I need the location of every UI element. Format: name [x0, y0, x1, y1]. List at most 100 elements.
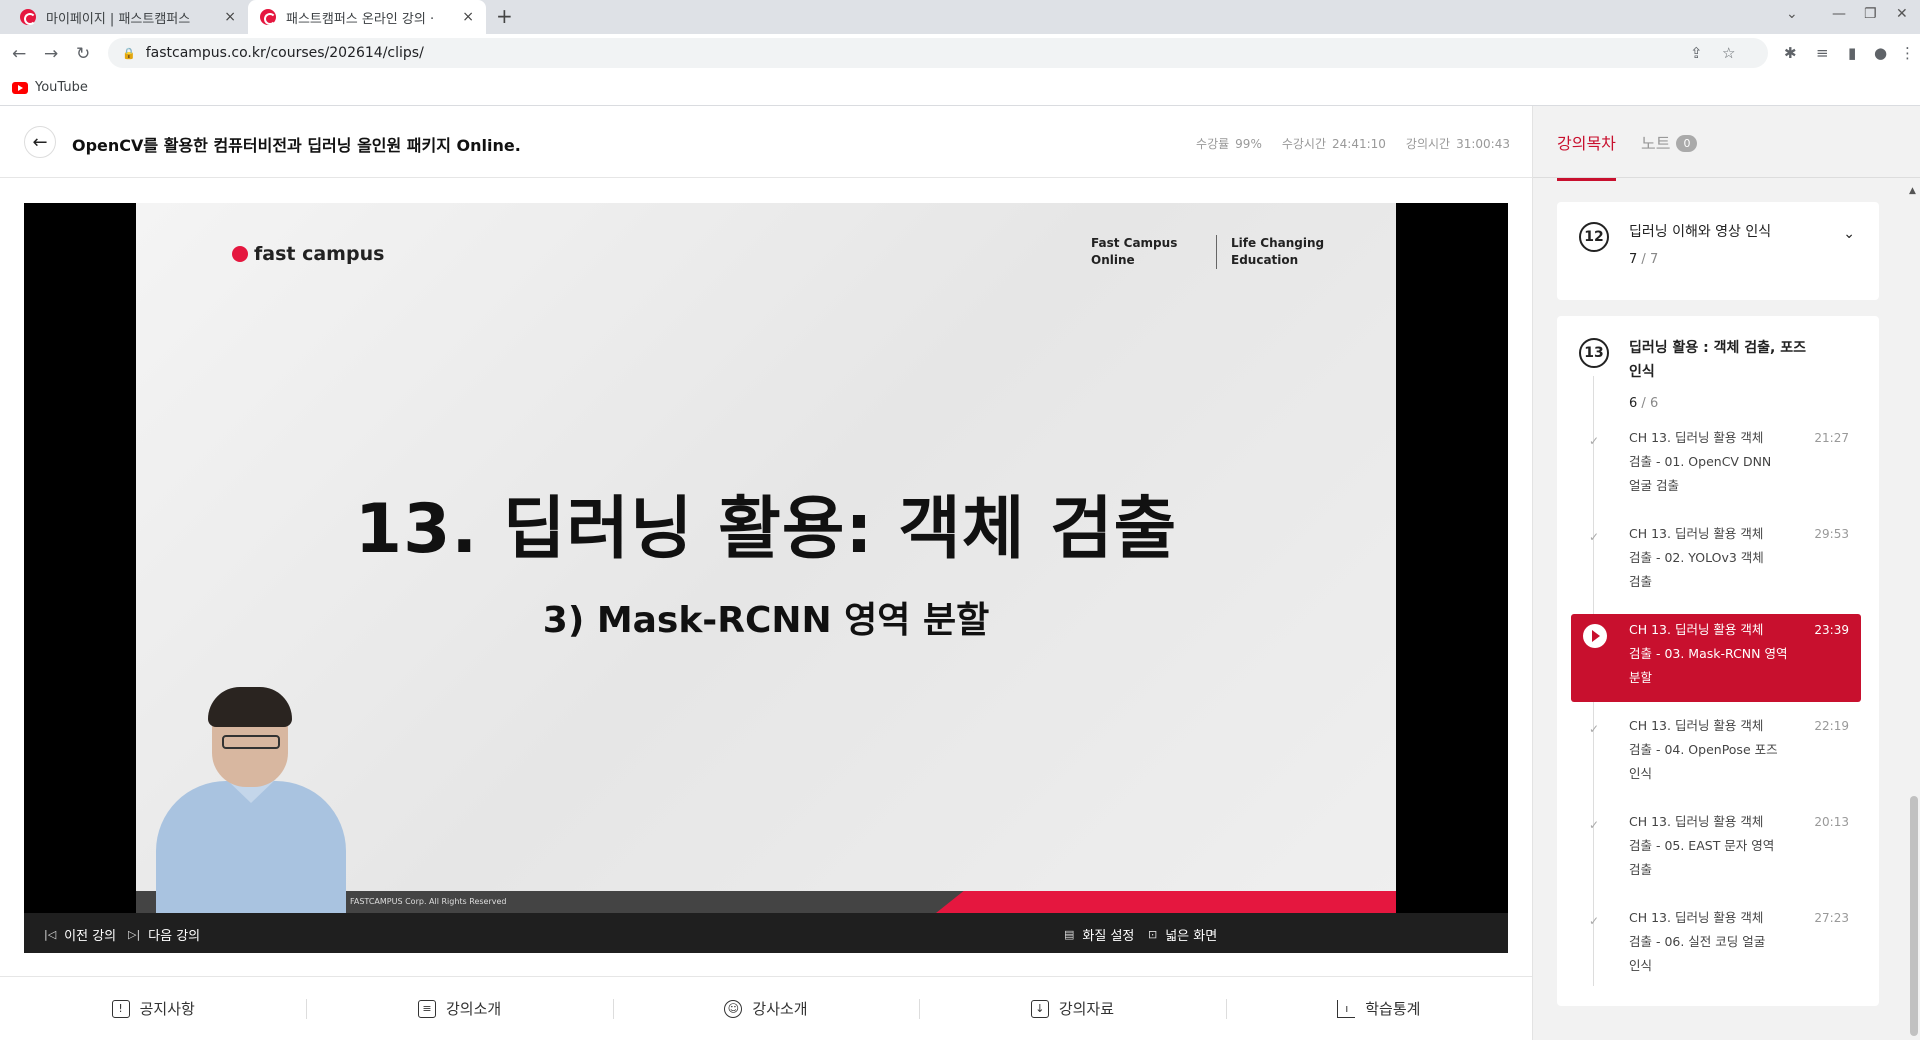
- bookmark-star-icon[interactable]: ☆: [1722, 44, 1735, 62]
- download-icon: ↓: [1030, 999, 1049, 1018]
- slide-title: 13. 딥러닝 활용: 객체 검출: [354, 490, 1178, 569]
- lecture-slide: fast campus Fast Campus Online Life Chang…: [136, 203, 1396, 913]
- chapter-progress: 7 / 7: [1629, 252, 1659, 267]
- lesson-title: CH 13. 딥러닝 활용 객체 검출 - 01. OpenCV DNN 얼굴 검출: [1629, 430, 1772, 493]
- scrollbar-thumb[interactable]: [1910, 796, 1918, 1036]
- bottom-tabs: ! 공지사항 ≡ 강의소개 ☺ 강사소개 ↓ 강의자료 ı 학습통계: [0, 976, 1532, 1040]
- total-stat: 강의시간 31:00:43: [1405, 137, 1510, 151]
- presenter-image: [156, 687, 346, 913]
- tab-statistics[interactable]: ı 학습통계: [1225, 977, 1532, 1040]
- check-icon: ✓: [1589, 818, 1600, 832]
- lesson-duration: 20:13: [1814, 815, 1849, 829]
- user-icon: ☺: [724, 999, 743, 1018]
- tab-notice[interactable]: ! 공지사항: [0, 977, 306, 1040]
- course-title: OpenCV를 활용한 컴퓨터비전과 딥러닝 올인원 패키지 Online.: [72, 136, 521, 155]
- close-tab-icon[interactable]: ×: [224, 9, 236, 25]
- skip-next-icon: ▷|: [128, 928, 141, 941]
- side-panel-icon[interactable]: ▮: [1848, 44, 1856, 62]
- minimize-icon[interactable]: —: [1832, 6, 1846, 22]
- check-icon: ✓: [1589, 914, 1600, 928]
- sidebar-scrollbar[interactable]: ▲: [1908, 186, 1918, 1036]
- course-header: ← OpenCV를 활용한 컴퓨터비전과 딥러닝 올인원 패키지 Online.…: [0, 106, 1532, 178]
- watched-stat: 수강시간 24:41:10: [1281, 137, 1386, 151]
- slide-subtitle: 3) Mask-RCNN 영역 분할: [542, 600, 990, 641]
- new-tab-icon[interactable]: +: [496, 4, 513, 28]
- tab-course-intro[interactable]: ≡ 강의소개: [306, 977, 612, 1040]
- menu-icon[interactable]: ⋮: [1900, 44, 1915, 62]
- extensions-icon[interactable]: ✱: [1784, 44, 1797, 62]
- chapter-number: 13: [1579, 338, 1609, 368]
- lesson-item[interactable]: ✓ CH 13. 딥러닝 활용 객체 검출 - 04. OpenPose 포즈 인식…: [1571, 710, 1861, 796]
- tab-instructor[interactable]: ☺ 강사소개: [612, 977, 919, 1040]
- lesson-duration: 29:53: [1814, 527, 1849, 541]
- play-icon: [1583, 624, 1607, 648]
- quality-settings-button[interactable]: ▤ 화질 설정: [1064, 925, 1134, 944]
- browser-tab-course[interactable]: 패스트캠퍼스 온라인 강의 · ×: [248, 0, 486, 34]
- lesson-item[interactable]: ✓ CH 13. 딥러닝 활용 객체 검출 - 01. OpenCV DNN 얼굴 …: [1571, 422, 1861, 508]
- lesson-duration: 23:39: [1814, 623, 1849, 637]
- lesson-item[interactable]: ✓ CH 13. 딥러닝 활용 객체 검출 - 06. 실전 코딩 얼굴 인식 27…: [1571, 902, 1861, 988]
- share-icon[interactable]: ⇪: [1690, 44, 1703, 62]
- wide-screen-button[interactable]: ⊡ 넓은 화면: [1148, 925, 1217, 944]
- chapter-title: 딥러닝 활용 : 객체 검출, 포즈 인식: [1629, 340, 1806, 380]
- slide-tag-right: Life Changing Education: [1216, 235, 1324, 269]
- curriculum-sidebar: 강의목차 노트 0 12 딥러닝 이해와 영상 인식 7 / 7 ⌄ 13 딥러닝…: [1532, 106, 1920, 1040]
- wide-screen-icon: ⊡: [1148, 928, 1158, 941]
- tab-notes[interactable]: 노트 0: [1641, 130, 1698, 178]
- browser-tabbar: 마이페이지 | 패스트캠퍼스 × 패스트캠퍼스 온라인 강의 · × + ⌄ —…: [0, 0, 1920, 34]
- check-icon: ✓: [1589, 530, 1600, 544]
- player-controls: |◁ 이전 강의 ▷| 다음 강의 ▤ 화질 설정 ⊡ 넓은 화면: [24, 913, 1508, 953]
- lesson-title: CH 13. 딥러닝 활용 객체 검출 - 02. YOLOv3 객체 검출: [1629, 526, 1764, 589]
- url-text: fastcampus.co.kr/courses/202614/clips/: [145, 45, 424, 61]
- next-lecture-button[interactable]: ▷| 다음 강의: [128, 925, 200, 944]
- lesson-title: CH 13. 딥러닝 활용 객체 검출 - 06. 실전 코딩 얼굴 인식: [1629, 910, 1766, 973]
- quality-icon: ▤: [1064, 928, 1075, 941]
- slide-tag-left: Fast Campus Online: [1091, 236, 1178, 267]
- chapter-card-12[interactable]: 12 딥러닝 이해와 영상 인식 7 / 7 ⌄: [1557, 202, 1879, 300]
- chevron-down-icon[interactable]: ⌄: [1843, 226, 1855, 242]
- lesson-duration: 22:19: [1814, 719, 1849, 733]
- lesson-duration: 21:27: [1814, 431, 1849, 445]
- back-button[interactable]: ←: [24, 126, 56, 158]
- lesson-title: CH 13. 딥러닝 활용 객체 검출 - 05. EAST 문자 영역 검출: [1629, 814, 1775, 877]
- lesson-item[interactable]: ✓ CH 13. 딥러닝 활용 객체 검출 - 05. EAST 문자 영역 검출 …: [1571, 806, 1861, 892]
- restore-icon[interactable]: ❐: [1864, 6, 1877, 22]
- chapter-number: 12: [1579, 222, 1609, 252]
- lesson-item-current[interactable]: CH 13. 딥러닝 활용 객체 검출 - 03. Mask-RCNN 영역 분할 …: [1571, 614, 1861, 702]
- lock-icon: 🔒: [122, 46, 136, 60]
- profile-icon[interactable]: ●: [1874, 44, 1887, 62]
- scroll-up-icon[interactable]: ▲: [1909, 186, 1916, 196]
- browser-tab-mypage[interactable]: 마이페이지 | 패스트캠퍼스 ×: [8, 0, 248, 34]
- media-icon[interactable]: ≡: [1816, 44, 1829, 62]
- tab-materials[interactable]: ↓ 강의자료: [919, 977, 1225, 1040]
- bookmark-youtube[interactable]: YouTube: [12, 80, 88, 95]
- reload-icon[interactable]: ↻: [76, 44, 90, 64]
- youtube-icon: [12, 81, 28, 94]
- prev-lecture-button[interactable]: |◁ 이전 강의: [44, 925, 116, 944]
- notes-count-badge: 0: [1676, 135, 1698, 152]
- skip-previous-icon: |◁: [44, 928, 57, 941]
- course-stats: 수강률 99% 수강시간 24:41:10 강의시간 31:00:43: [1196, 135, 1510, 152]
- video-player[interactable]: fast campus Fast Campus Online Life Chang…: [24, 203, 1508, 953]
- close-tab-icon[interactable]: ×: [462, 9, 474, 25]
- tab-search-icon[interactable]: ⌄: [1786, 6, 1798, 22]
- url-bar[interactable]: 🔒 fastcampus.co.kr/courses/202614/clips/: [108, 38, 1768, 68]
- close-window-icon[interactable]: ✕: [1896, 6, 1908, 22]
- slide-footer-accent: [936, 891, 1396, 913]
- fastcampus-favicon-icon: [20, 9, 36, 25]
- chapter-card-13: 13 딥러닝 활용 : 객체 검출, 포즈 인식 6 / 6 ✓ CH 13. 딥…: [1557, 316, 1879, 1006]
- sidebar-tabs: 강의목차 노트 0: [1533, 106, 1920, 181]
- forward-icon[interactable]: →: [44, 44, 58, 64]
- tab-curriculum[interactable]: 강의목차: [1557, 130, 1616, 181]
- lesson-item[interactable]: ✓ CH 13. 딥러닝 활용 객체 검출 - 02. YOLOv3 객체 검출 2…: [1571, 518, 1861, 604]
- tab-title: 패스트캠퍼스 온라인 강의 ·: [286, 11, 435, 27]
- progress-stat: 수강률 99%: [1196, 137, 1262, 151]
- bookmark-label: YouTube: [35, 80, 88, 95]
- back-icon[interactable]: ←: [12, 44, 26, 64]
- lesson-title: CH 13. 딥러닝 활용 객체 검출 - 04. OpenPose 포즈 인식: [1629, 718, 1778, 781]
- chapter-progress: 6 / 6: [1629, 396, 1659, 411]
- clipboard-icon: ≡: [418, 999, 436, 1018]
- check-icon: ✓: [1589, 722, 1600, 736]
- chapter-title: 딥러닝 이해와 영상 인식: [1629, 224, 1772, 240]
- bookmarks-bar: YouTube: [0, 72, 1920, 106]
